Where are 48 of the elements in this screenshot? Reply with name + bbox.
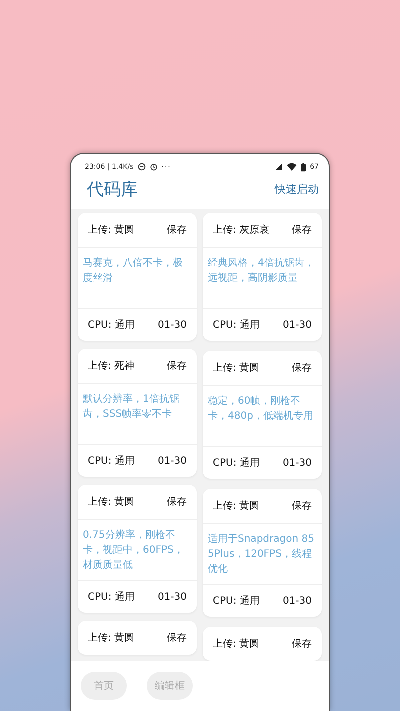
version-range: 01-30 [282,458,312,468]
save-button[interactable]: 保存 [292,499,312,513]
code-card[interactable]: 上传: 黄圆 保存 稳定，60帧，刚枪不卡，480p，低端机专用 CPU: 通用 01-30 [203,351,322,479]
save-button[interactable]: 保存 [167,223,187,237]
config-description: 适用于Snapdragon 855Plus，120FPS，线程优化 [208,532,316,577]
uploader-label: 上传: 灰原哀 [213,224,270,237]
battery-icon [301,162,306,172]
save-button[interactable]: 保存 [167,631,187,645]
version-range: 01-30 [282,596,312,606]
code-card[interactable]: 上传: 死神 保存 默认分辨率，1倍抗锯齿，SSS帧率零不卡 CPU: 通用 01-30 [78,349,197,477]
signal-icon [275,163,284,171]
cpu-label: CPU: 通用 [88,590,135,604]
wifi-icon [287,163,298,171]
uploader-label: 上传: 黄圆 [88,224,135,237]
code-card[interactable]: 上传: 黄圆 保存 [78,621,197,655]
quick-start-button[interactable]: 快速启动 [275,182,319,197]
uploader-label: 上传: 黄圆 [213,500,260,513]
alarm-icon [150,163,158,171]
uploader-label: 上传: 死神 [88,360,135,373]
save-button[interactable]: 保存 [292,637,312,651]
cpu-label: CPU: 通用 [88,454,135,468]
save-button[interactable]: 保存 [292,361,312,375]
version-range: 01-30 [158,320,187,330]
config-description: 默认分辨率，1倍抗锯齿，SSS帧率零不卡 [83,392,180,422]
config-description: 马赛克，八倍不卡，极度丝滑 [83,256,184,286]
config-description: 经典风格，4倍抗锯齿，远视距，高阴影质量 [208,256,316,286]
save-button[interactable]: 保存 [167,359,187,373]
version-range: 01-30 [158,592,187,602]
code-card[interactable]: 上传: 黄圆 保存 [203,627,322,661]
cpu-label: CPU: 通用 [88,318,135,332]
cpu-label: CPU: 通用 [213,318,260,332]
uploader-label: 上传: 黄圆 [88,496,135,509]
code-card[interactable]: 上传: 黄圆 保存 适用于Snapdragon 855Plus，120FPS，线程优化 CPU: 通用 01-30 [203,489,322,617]
cpu-label: CPU: 通用 [213,594,260,608]
version-range: 01-30 [282,320,312,330]
version-range: 01-30 [158,456,187,466]
page-title: 代码库 [87,179,138,201]
uploader-label: 上传: 黄圆 [213,638,260,651]
save-button[interactable]: 保存 [167,495,187,509]
config-description: 0.75分辨率，刚枪不卡，视距中，60FPS，材质质量低 [83,528,185,573]
code-card[interactable]: 上传: 灰原哀 保存 经典风格，4倍抗锯齿，远视距，高阴影质量 CPU: 通用 01-30 [203,213,322,341]
uploader-label: 上传: 黄圆 [88,632,135,645]
uploader-label: 上传: 黄圆 [213,362,260,375]
code-card[interactable]: 上传: 黄圆 保存 马赛克，八倍不卡，极度丝滑 CPU: 通用 01-30 [78,213,197,341]
save-button[interactable]: 保存 [292,223,312,237]
config-description: 稳定，60帧，刚枪不卡，480p，低端机专用 [208,394,314,424]
code-card[interactable]: 上传: 黄圆 保存 0.75分辨率，刚枪不卡，视距中，60FPS，材质质量低 CPU: 通用 01-30 [78,485,197,613]
cpu-label: CPU: 通用 [213,456,260,470]
